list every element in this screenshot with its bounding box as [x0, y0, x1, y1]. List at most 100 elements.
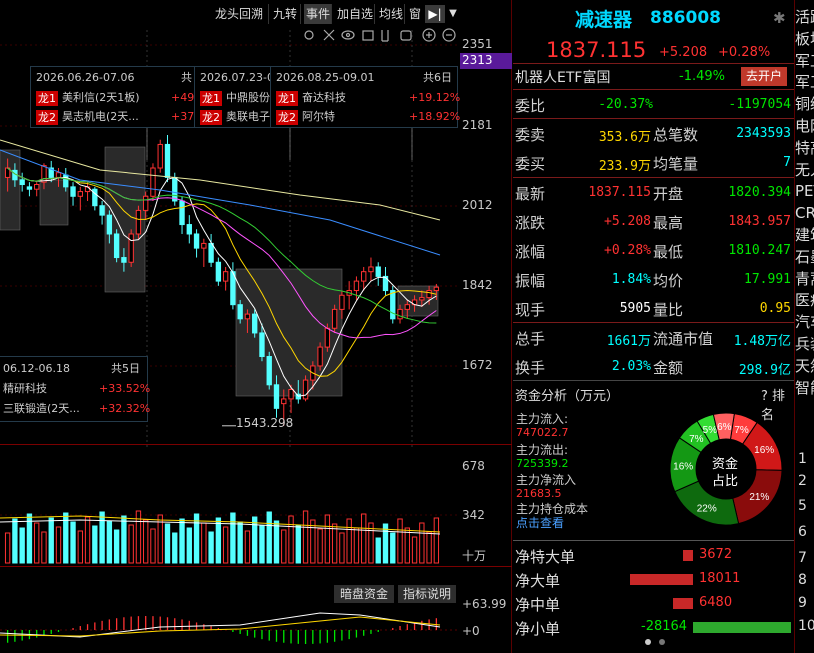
page-number[interactable]: 1 — [798, 449, 814, 469]
dark-funds-button[interactable]: 暗盘资金 — [334, 585, 394, 603]
jiuzhuan-button[interactable]: 九转 — [271, 4, 299, 24]
candle — [150, 167, 156, 197]
candle — [368, 266, 374, 273]
page-number[interactable]: 6 — [798, 522, 814, 542]
sector-item[interactable]: 建筑 — [795, 225, 814, 245]
event-button[interactable]: 事件 — [304, 4, 333, 24]
sector-item[interactable]: 兵装 — [795, 334, 814, 354]
buy-label: 委买 — [515, 155, 546, 173]
indicator-help-button[interactable]: 指标说明 — [398, 585, 456, 603]
volume-bar — [164, 523, 171, 564]
collapse-arrow-icon[interactable]: ▶| — [425, 5, 445, 23]
stock-name[interactable]: 美利信(2天1板) — [62, 91, 140, 104]
candle — [237, 304, 243, 320]
page-number[interactable]: 7 — [798, 548, 814, 568]
candle — [34, 183, 40, 190]
volume-chart[interactable] — [0, 450, 460, 565]
avg-line-button[interactable]: 均线 — [377, 4, 405, 24]
add-self-button[interactable]: 加自选 — [335, 4, 375, 24]
sell-value: 353.6万 — [598, 130, 651, 145]
stock-name[interactable]: 奋达科技 — [302, 91, 346, 104]
macd-chart[interactable] — [0, 603, 460, 653]
sector-item[interactable]: 医疗 — [795, 290, 814, 310]
sector-item[interactable]: 青蒿 — [795, 269, 814, 289]
candle — [63, 174, 69, 188]
sector-item[interactable]: 无人 — [795, 160, 814, 180]
volume-bar — [404, 527, 410, 564]
current-hand-value: 5905 — [619, 301, 651, 316]
divider — [513, 89, 794, 90]
volume-bar — [324, 514, 331, 564]
net-row-label: 净小单 — [515, 620, 561, 638]
sector-item[interactable]: 智能 — [795, 378, 814, 398]
stock-name[interactable]: 阿尔特 — [302, 110, 335, 123]
sector-item[interactable]: CR — [795, 203, 814, 223]
sector-item[interactable]: 活跃 — [795, 7, 814, 27]
candle — [186, 224, 192, 235]
volume-bar — [41, 531, 47, 564]
dragon-popup-4[interactable]: 06.12-06.18 共5日 精研科技 +33.52% 三联锻造(2天... … — [0, 356, 150, 422]
sector-item[interactable]: 石墨 — [795, 247, 814, 267]
total-trades-label: 总笔数 — [653, 126, 699, 144]
net-row-label: 净中单 — [515, 596, 561, 614]
sector-item[interactable]: 军工 — [795, 51, 814, 71]
volume-bar — [150, 528, 156, 564]
stock-name[interactable]: 三联锻造(2天... — [3, 400, 80, 418]
candle — [99, 205, 105, 216]
volume-bar — [92, 525, 98, 564]
candle — [259, 332, 265, 358]
stock-name[interactable]: 奥联电子 — [226, 110, 270, 123]
volume-bar — [288, 515, 294, 564]
volume-bar — [186, 527, 192, 564]
page-number[interactable]: 8 — [798, 570, 814, 590]
etf-name[interactable]: 机器人ETF富国 — [515, 67, 610, 87]
sell-label: 委卖 — [515, 126, 546, 144]
dragon-popup-1[interactable]: 2026.06.26-07.06 共 龙1 美利信(2天1板) +49. 龙2 昊志… — [30, 66, 200, 128]
popup-range: 2026.08.25-09.01 — [276, 71, 375, 84]
stock-name[interactable]: 精研科技 — [3, 380, 47, 398]
page-number[interactable]: 9 — [798, 593, 814, 613]
page-dot[interactable] — [645, 639, 651, 645]
volume-bar — [77, 530, 83, 564]
index-name: 减速器 — [575, 9, 633, 31]
dragon-badge: 龙1 — [276, 90, 298, 106]
sector-item[interactable]: 汽车 — [795, 312, 814, 332]
change-label: 涨跌 — [515, 214, 546, 232]
page-dot[interactable] — [659, 639, 665, 645]
stock-name[interactable]: 中鼎股份 — [226, 91, 270, 104]
macd-tick: +0 — [462, 624, 480, 638]
dragon-popup-3[interactable]: 2026.08.25-09.01 共6日 龙1 奋达科技 +19.12% 龙2 阿尔… — [270, 66, 460, 128]
open-account-button[interactable]: 去开户 — [741, 67, 787, 86]
candle — [266, 356, 272, 386]
sector-item[interactable]: 天然 — [795, 356, 814, 376]
page-number[interactable]: 2 — [798, 471, 814, 491]
volume-bar — [12, 518, 18, 564]
candle — [128, 233, 134, 263]
settings-gear-icon[interactable]: ✱ — [773, 9, 786, 27]
sector-item[interactable]: 板块 — [795, 29, 814, 49]
net-row-value: -28164 — [641, 619, 688, 634]
volume-bar — [121, 515, 127, 564]
amount-label: 金额 — [653, 359, 684, 377]
longtou-button[interactable]: 龙头回溯 — [213, 4, 265, 24]
volume-bar — [84, 516, 91, 564]
dropdown-arrow-icon[interactable]: ▼ — [446, 5, 460, 23]
volume-bar — [295, 524, 301, 564]
stock-name[interactable]: 昊志机电(2天... — [62, 110, 139, 123]
dragon-popup-2[interactable]: 2026.07.23-0 龙1 中鼎股份 龙2 奥联电子 — [194, 66, 276, 128]
sector-item[interactable]: PET — [795, 181, 814, 201]
page-number[interactable]: 10 — [798, 616, 814, 636]
dragon-badge: 龙2 — [200, 109, 222, 125]
net-row-value: 3672 — [699, 547, 733, 562]
dragon-badge: 龙1 — [200, 90, 222, 106]
vol-tick: 678 — [462, 459, 485, 473]
candle — [208, 242, 214, 263]
sector-item[interactable]: 军工 — [795, 72, 814, 92]
window-button[interactable]: 窗 — [407, 4, 423, 24]
sector-item[interactable]: 特高 — [795, 138, 814, 158]
sector-item[interactable]: 电网 — [795, 116, 814, 136]
turnover-value: 2.03% — [611, 359, 651, 374]
page-number[interactable]: 5 — [798, 496, 814, 516]
sector-item[interactable]: 铜缆 — [795, 94, 814, 114]
cost-link[interactable]: 点击查看 — [516, 514, 564, 531]
